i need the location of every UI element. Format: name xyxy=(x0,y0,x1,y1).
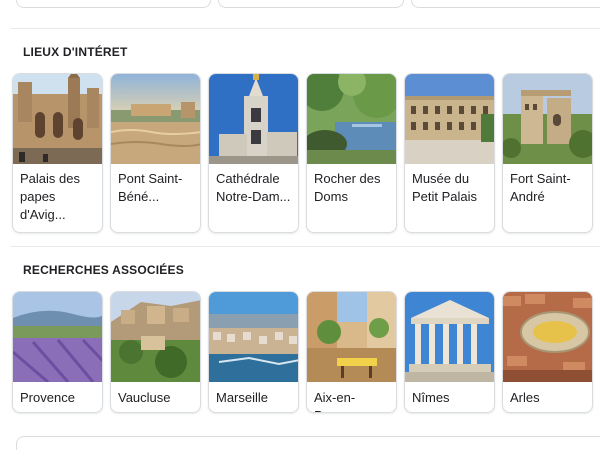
poi-card-label: Cathédrale Notre-Dam... xyxy=(216,171,291,204)
section-title: LIEUX D'INTÉRET xyxy=(23,45,128,59)
cathedrale-notre-dame-photo xyxy=(209,74,298,164)
previous-card[interactable] xyxy=(16,0,211,8)
poi-card-pont-saint-benezet[interactable]: Pont Saint-Béné... xyxy=(110,73,201,233)
previous-card[interactable] xyxy=(218,0,404,8)
poi-card-label: Palais des papes d'Avig... xyxy=(20,171,80,222)
vaucluse-village-photo xyxy=(111,292,200,382)
poi-card-palais-des-papes[interactable]: Palais des papes d'Avig... xyxy=(12,73,103,233)
related-card-label: Aix-en-Prov... xyxy=(314,390,356,412)
aix-en-provence-square-photo xyxy=(307,292,396,382)
related-card-provence[interactable]: Provence xyxy=(12,291,103,413)
related-card-label: Marseille xyxy=(216,390,269,405)
related-card-label: Provence xyxy=(20,390,75,405)
related-card-vaucluse[interactable]: Vaucluse xyxy=(110,291,201,413)
poi-card-label: Fort Saint-André xyxy=(510,171,571,204)
poi-card-musee-petit-palais[interactable]: Musée du Petit Palais xyxy=(404,73,495,233)
show-more-box[interactable] xyxy=(16,436,600,450)
poi-card-rocher-des-doms[interactable]: Rocher des Doms xyxy=(306,73,397,233)
related-card-label: Arles xyxy=(510,390,540,405)
poi-card-cathedrale[interactable]: Cathédrale Notre-Dam... xyxy=(208,73,299,233)
marseille-harbor-photo xyxy=(209,292,298,382)
pont-saint-benezet-photo xyxy=(111,74,200,164)
fort-saint-andre-photo xyxy=(503,74,592,164)
related-card-arles[interactable]: Arles xyxy=(502,291,593,413)
related-card-marseille[interactable]: Marseille xyxy=(208,291,299,413)
related-card-nimes[interactable]: Nîmes xyxy=(404,291,495,413)
nimes-maison-carree-photo xyxy=(405,292,494,382)
previous-row-cards xyxy=(16,0,600,8)
poi-card-label: Pont Saint-Béné... xyxy=(118,171,183,204)
rocher-des-doms-photo xyxy=(307,74,396,164)
poi-card-label: Musée du Petit Palais xyxy=(412,171,478,204)
poi-card-label: Rocher des Doms xyxy=(314,171,381,204)
provence-lavender-photo xyxy=(13,292,102,382)
previous-card[interactable] xyxy=(411,0,600,8)
palais-des-papes-photo xyxy=(13,74,102,164)
related-card-aix-en-provence[interactable]: Aix-en-Prov... xyxy=(306,291,397,413)
arles-arena-photo xyxy=(503,292,592,382)
related-searches-carousel: Provence Vaucluse Marseille Aix-en- Nîme… xyxy=(12,291,593,413)
musee-petit-palais-photo xyxy=(405,74,494,164)
poi-card-fort-saint-andre[interactable]: Fort Saint-André xyxy=(502,73,593,233)
related-card-label: Vaucluse xyxy=(118,390,171,405)
points-of-interest-carousel: Palais des papes d'Avig... Pont Saint-Bé… xyxy=(12,73,593,233)
section-title: RECHERCHES ASSOCIÉES xyxy=(23,263,184,277)
related-card-label: Nîmes xyxy=(412,390,450,405)
